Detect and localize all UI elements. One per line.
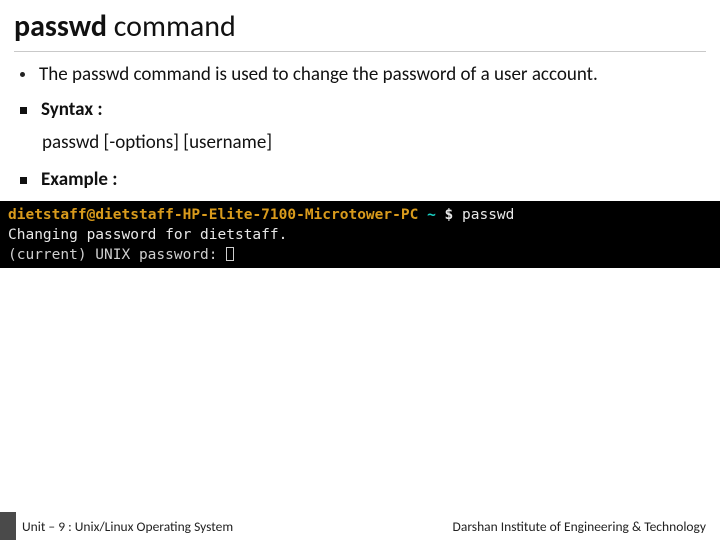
term-line3: (current) UNIX password:	[8, 247, 226, 263]
footer-accent	[0, 512, 16, 540]
bullet-square-icon	[20, 107, 27, 114]
bullet-example: Example :	[20, 168, 706, 191]
slide-content: The passwd command is used to change the…	[0, 62, 720, 191]
slide-title: passwd command	[0, 0, 720, 49]
slide: passwd command The passwd command is use…	[0, 0, 720, 540]
term-host: dietstaff-HP-Elite-7100-Microtower-PC	[95, 207, 418, 223]
slide-footer: Unit – 9 : Unix/Linux Operating System D…	[0, 512, 720, 540]
bullet-description: The passwd command is used to change the…	[20, 62, 706, 88]
footer-unit: Unit – 9 : Unix/Linux Operating System	[16, 518, 233, 535]
title-bold: passwd	[14, 8, 107, 45]
syntax-label: Syntax :	[41, 98, 103, 121]
title-rest: command	[107, 8, 236, 45]
term-at: @	[87, 207, 96, 223]
term-line2: Changing password for dietstaff.	[8, 227, 287, 243]
example-label: Example :	[41, 168, 118, 191]
term-cmd: passwd	[462, 207, 514, 223]
bullet-dot-icon	[20, 72, 25, 77]
terminal-output: dietstaff@dietstaff-HP-Elite-7100-Microt…	[0, 201, 720, 268]
title-divider	[14, 51, 706, 52]
description-text: The passwd command is used to change the…	[39, 62, 598, 88]
bullet-square-icon	[20, 177, 27, 184]
term-tilde: ~	[427, 207, 436, 223]
cursor-icon	[226, 247, 234, 261]
term-sep	[418, 207, 427, 223]
term-user: dietstaff	[8, 207, 87, 223]
footer-institute: Darshan Institute of Engineering & Techn…	[453, 518, 720, 535]
syntax-text: passwd [-options] [username]	[42, 131, 706, 154]
bullet-syntax: Syntax :	[20, 98, 706, 121]
term-prompt: $	[436, 207, 462, 223]
